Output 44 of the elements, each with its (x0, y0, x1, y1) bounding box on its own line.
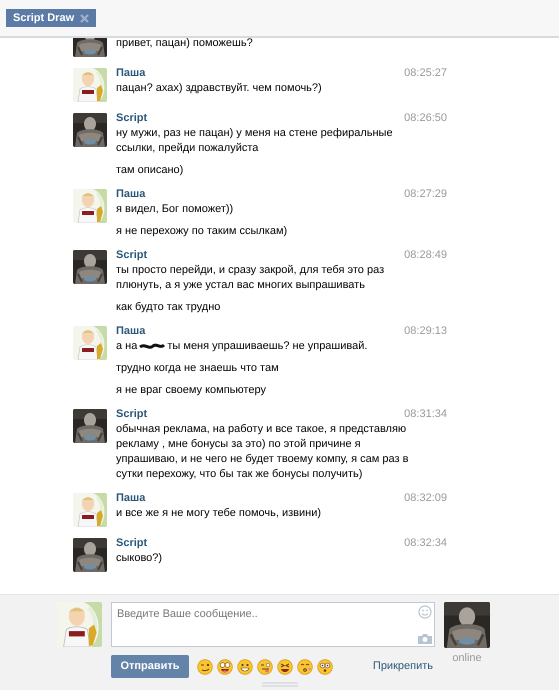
resize-handle[interactable] (262, 682, 298, 688)
message-text: ну мужи, раз не пацан) у меня на стене рефиральные ссылки, прейди пожалуйста (116, 126, 394, 156)
message-text: я не враг своему компьютеру (116, 383, 267, 398)
author-name[interactable]: Паша (116, 324, 146, 339)
message-time: 08:25:27 (404, 66, 447, 81)
emoji-icon[interactable] (297, 658, 313, 674)
attach-link[interactable]: Прикрепить (372, 658, 435, 675)
message-text: привет, пацан) поможешь? (116, 38, 254, 51)
message-time: 08:32:34 (404, 536, 447, 551)
message-time: 08:32:09 (404, 491, 447, 506)
emoji-icon[interactable] (317, 658, 333, 674)
emoji-icon[interactable] (217, 658, 233, 674)
message-text: сыково?) (116, 551, 164, 566)
message-time: 08:31:34 (404, 407, 447, 422)
author-name[interactable]: Script (116, 111, 148, 126)
message-text: как будто так трудно (116, 300, 222, 315)
message-text: я видел, Бог поможет)) (116, 202, 234, 217)
message-text: пацан? ахах) здравствуйт. чем помочь?) (116, 81, 323, 96)
message-time: 08:26:50 (404, 111, 447, 126)
message-text: и все же я не могу тебе помочь, извини) (116, 506, 322, 521)
author-name[interactable]: Паша (116, 66, 146, 81)
message-time: 08:28:49 (404, 248, 447, 263)
emoji-icon[interactable] (197, 658, 213, 674)
message-time: 08:29:13 (404, 324, 447, 339)
online-status: online (452, 651, 482, 666)
message-text: ты просто перейди, и сразу закрой, для тебя это раз плюнуть, а я уже устал вас многих выпрашивать (116, 263, 386, 293)
author-name[interactable]: Script (116, 248, 148, 263)
send-button[interactable]: Отправить (111, 655, 189, 678)
author-name[interactable]: Паша (116, 187, 146, 202)
message-time: 08:27:29 (404, 187, 447, 202)
message-text: трудно когда не знаешь что там (116, 361, 280, 376)
message-text: обычная реклама, на работу и все такое, я представляю рекламу , мне бонусы за это) по этой причине я упрашиваю, и не чего не будет твоему компу, я сам раз в сутки перехожу, что бы так же бонусы получить) (116, 422, 410, 482)
emoji-icon[interactable] (277, 658, 293, 674)
author-name[interactable]: Паша (116, 491, 146, 506)
message-text: ты меня упрашиваешь? не упрашивай. (167, 339, 368, 354)
chat-tab[interactable]: Script Draw (6, 9, 96, 27)
message-text: там описано) (116, 163, 184, 178)
emoji-icon[interactable] (257, 658, 273, 674)
message-text: я не перехожу по таким ссылкам) (116, 224, 288, 239)
author-name[interactable]: Script (116, 407, 148, 422)
emoji-icon[interactable] (237, 658, 253, 674)
author-name[interactable]: Script (116, 536, 148, 551)
message-text: а на (116, 339, 138, 354)
censor-scribble-icon (139, 342, 166, 351)
